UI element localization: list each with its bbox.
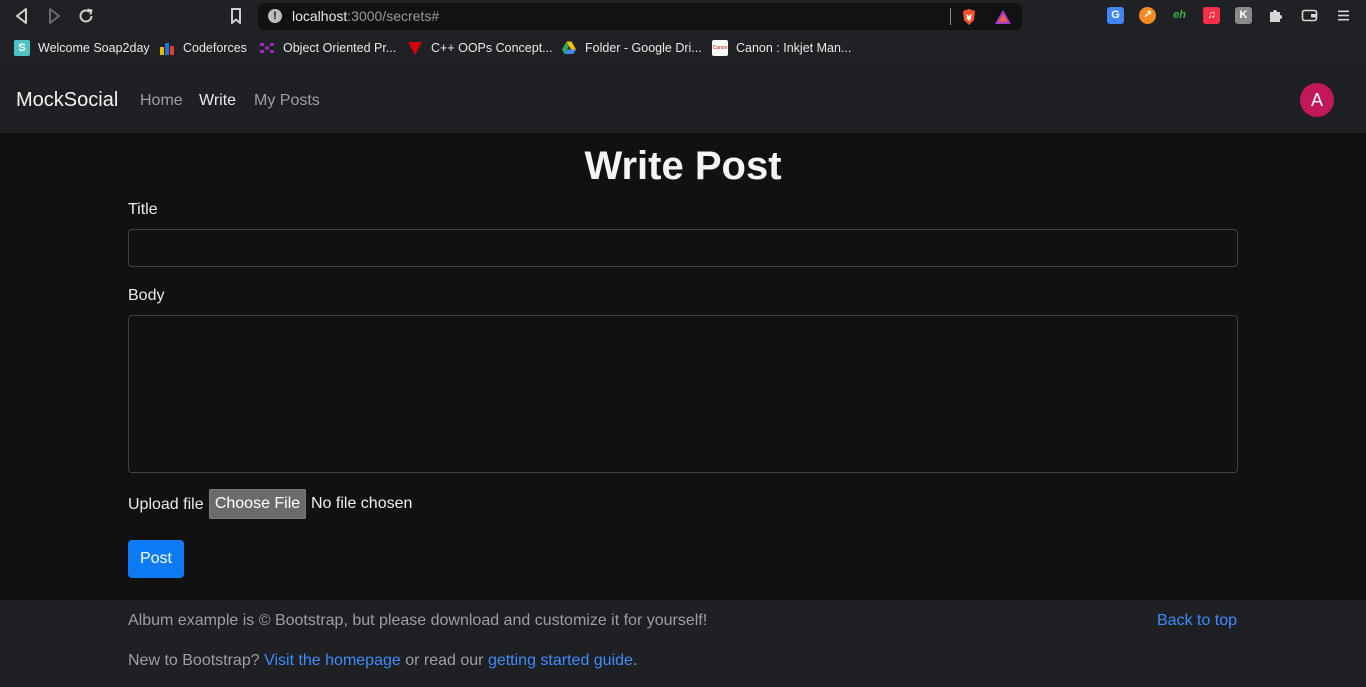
footer: Album example is © Bootstrap, but please… [0,600,1366,687]
bookmark-label: Folder - Google Dri... [585,41,702,55]
codeforces-favicon-icon [159,40,175,56]
homepage-link[interactable]: Visit the homepage [264,652,401,669]
extension-icon[interactable]: ↗ [1139,7,1156,24]
bookmark-label: Canon : Inkjet Man... [736,41,852,55]
footer-period: . [632,652,638,669]
extensions-puzzle-icon[interactable] [1267,7,1284,24]
cpp-favicon-icon [407,40,423,56]
bookmark-canon[interactable]: Canon Canon : Inkjet Man... [712,38,851,58]
write-post-main: Write Post Title Body Upload file Choose… [0,133,1366,600]
google-drive-favicon-icon [561,40,577,56]
nav-my-posts[interactable]: My Posts [254,92,320,110]
url-host: localhost [292,8,348,24]
brave-shields-icon[interactable] [960,8,978,26]
wallet-icon[interactable] [1301,7,1318,24]
bookmark-label: Object Oriented Pr... [283,41,397,55]
bookmark-oop[interactable]: Object Oriented Pr... [259,38,396,58]
url-path: :3000/secrets# [347,8,440,24]
bookmark-soap2day[interactable]: S Welcome Soap2day [14,38,150,58]
bookmark-label: C++ OOPs Concept... [431,41,553,55]
footer-new-to-text: New to Bootstrap? [128,652,260,669]
getting-started-link[interactable]: getting started guide [488,652,633,669]
canon-favicon-icon: Canon [712,40,728,56]
menu-icon[interactable] [1335,7,1352,24]
choose-file-button[interactable]: Choose File [209,489,306,519]
browser-toolbar: ! localhost:3000/secrets# G ↗ eh ♫ K [0,0,1366,33]
title-input[interactable] [128,229,1238,267]
back-icon[interactable] [11,5,33,27]
reload-icon[interactable] [75,5,97,27]
address-bar-divider [950,8,951,25]
bookmark-icon[interactable] [225,5,247,27]
translate-extension-icon[interactable]: G [1107,7,1124,24]
brave-rewards-icon[interactable] [994,8,1012,26]
url-text: localhost:3000/secrets# [292,8,439,24]
address-bar[interactable]: ! localhost:3000/secrets# [258,3,1022,30]
bookmarks-bar: S Welcome Soap2day Codeforces Object Ori… [0,36,1366,60]
bookmark-google-drive[interactable]: Folder - Google Dri... [561,38,702,58]
eh-extension-icon[interactable]: eh [1171,7,1188,24]
forward-icon[interactable] [43,5,65,27]
upload-label: Upload file [128,496,204,513]
bookmark-label: Codeforces [183,41,247,55]
grammar-extension-icon[interactable]: K [1235,7,1252,24]
file-status: No file chosen [311,495,413,512]
nav-write[interactable]: Write [199,92,236,110]
bookmark-codeforces[interactable]: Codeforces [159,38,247,58]
nav-home[interactable]: Home [140,92,183,110]
avatar[interactable]: A [1300,83,1334,117]
music-extension-icon[interactable]: ♫ [1203,7,1220,24]
body-textarea[interactable] [128,315,1238,473]
footer-copyright: Album example is © Bootstrap, but please… [128,612,708,629]
back-to-top-link[interactable]: Back to top [1157,612,1237,630]
footer-getting-started: New to Bootstrap? Visit the homepage or … [128,652,637,670]
post-button[interactable]: Post [128,540,184,578]
page-title: Write Post [584,144,782,188]
app-navbar: MockSocial Home Write My Posts A [0,67,1366,133]
title-label: Title [128,201,158,218]
footer-or-read-text: or read our [405,652,484,669]
bookmark-cpp-oops[interactable]: C++ OOPs Concept... [407,38,553,58]
bookmark-label: Welcome Soap2day [38,41,150,55]
site-info-icon[interactable]: ! [268,9,282,23]
soap2day-favicon-icon: S [14,40,30,56]
brand-logo[interactable]: MockSocial [16,89,118,112]
oop-favicon-icon [259,40,275,56]
browser-chrome: ! localhost:3000/secrets# G ↗ eh ♫ K S W… [0,0,1366,67]
body-label: Body [128,287,165,304]
